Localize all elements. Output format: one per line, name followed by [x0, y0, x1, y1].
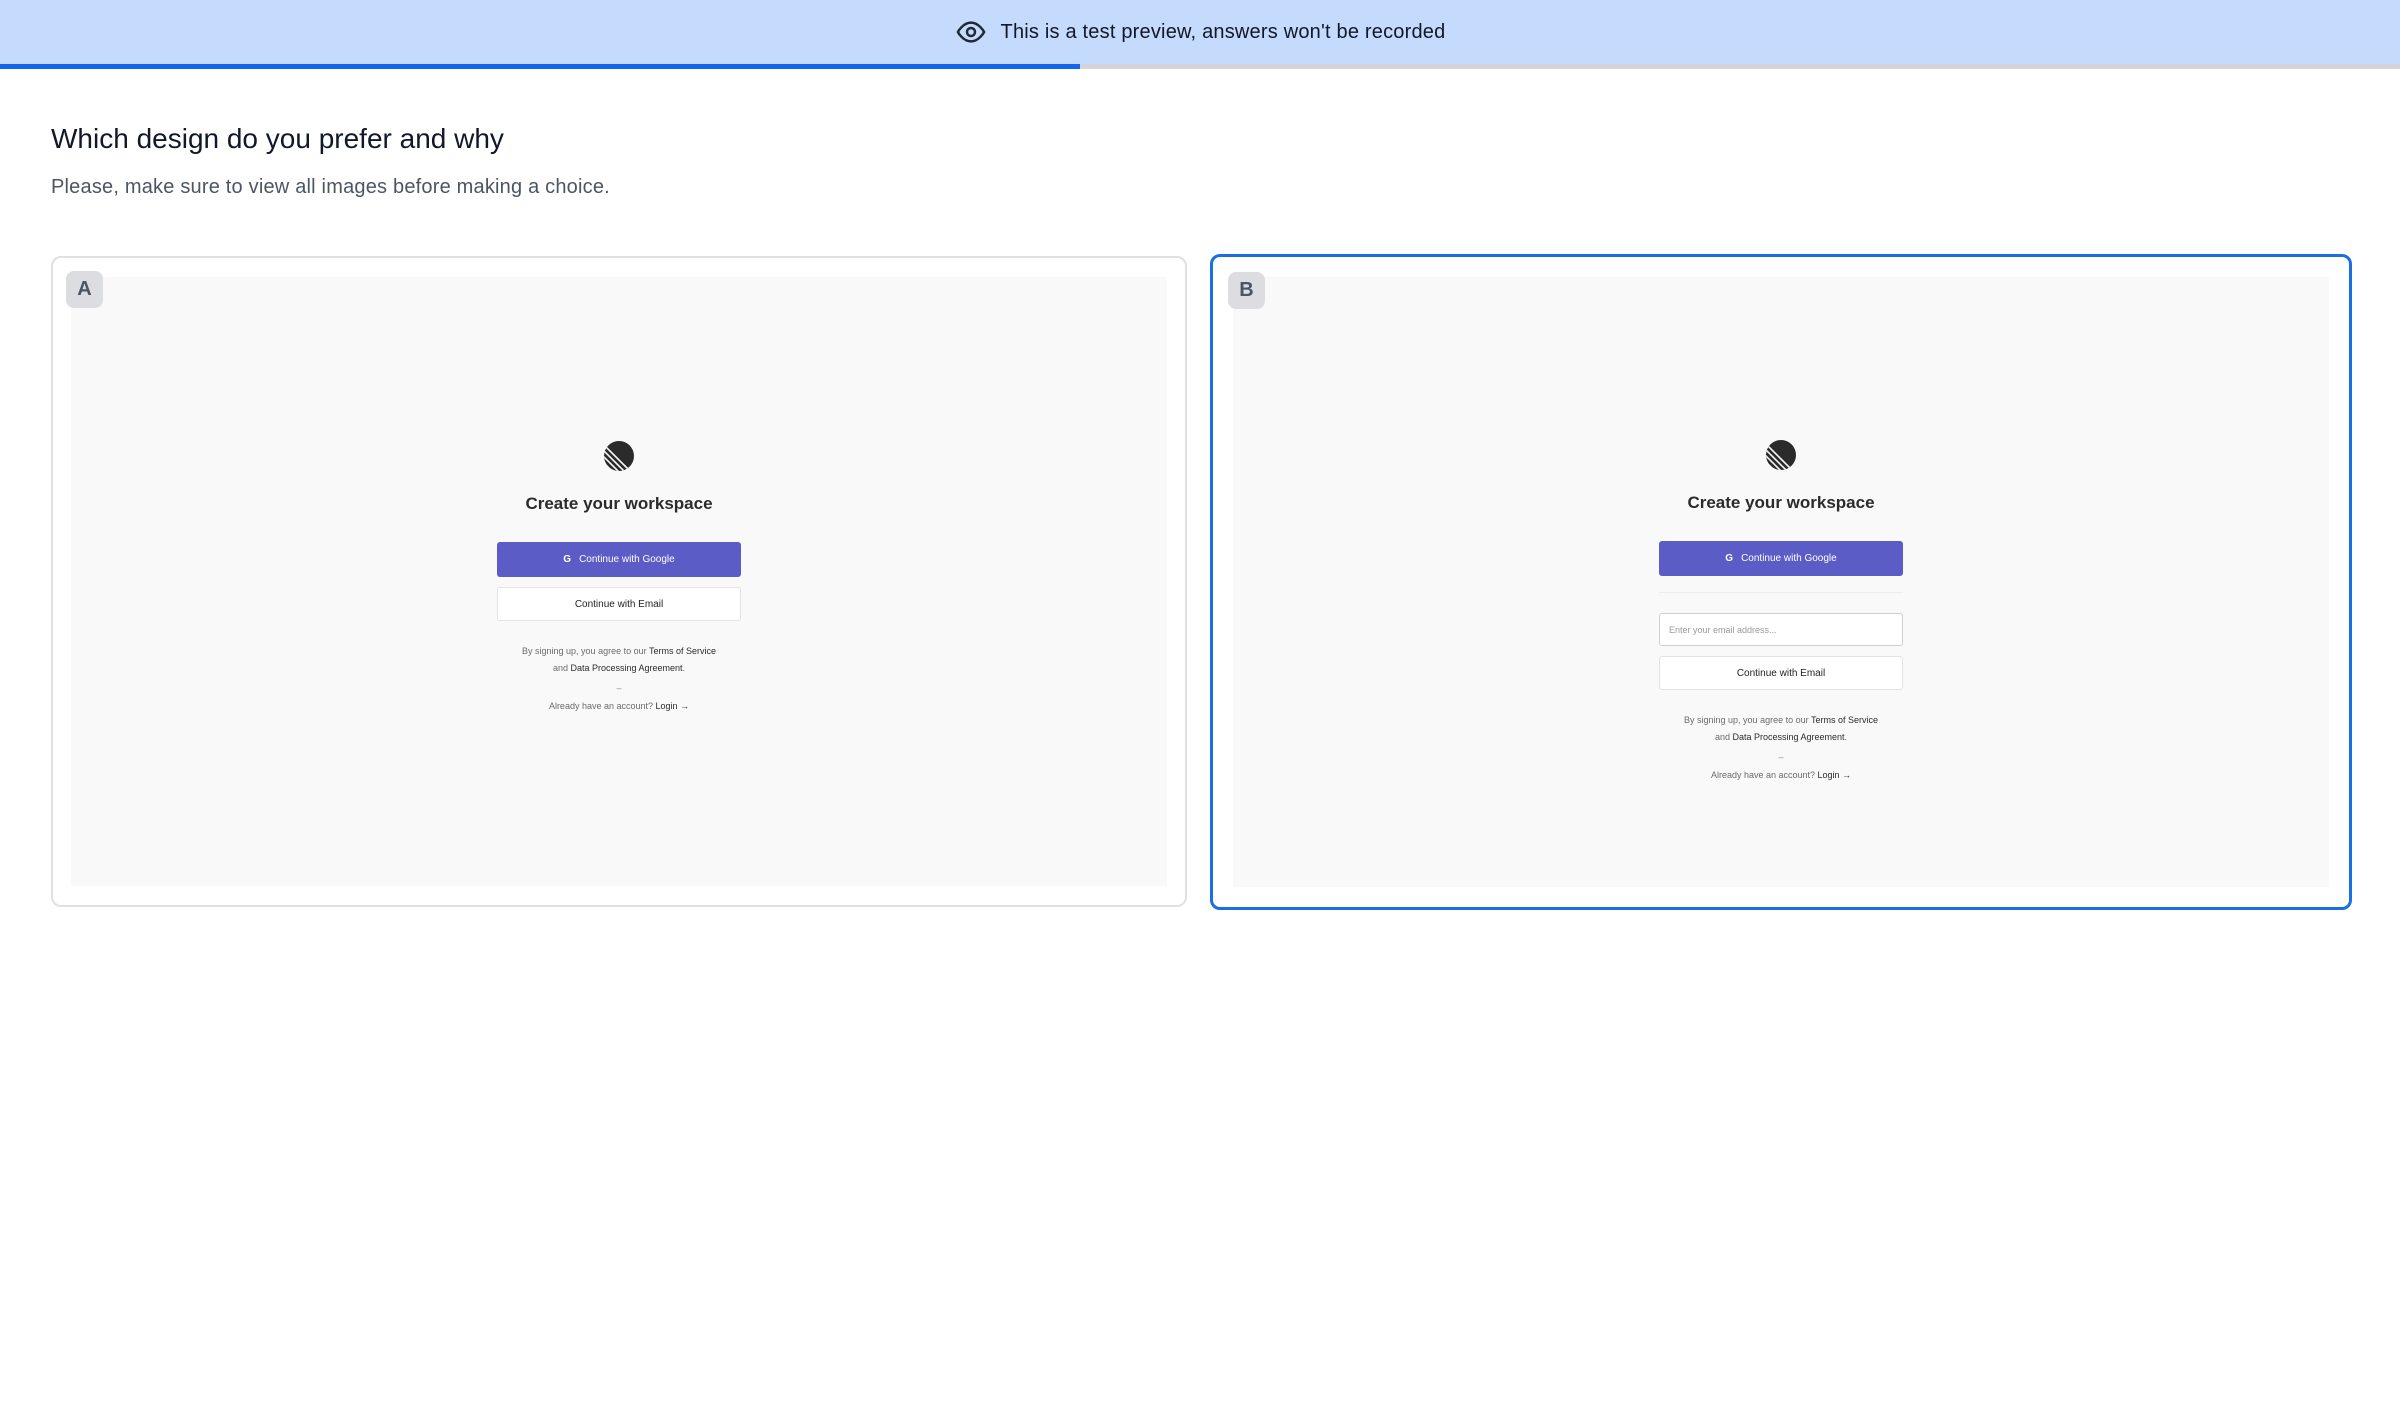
separator-dash: –: [1778, 752, 1784, 762]
progress-bar: [0, 64, 2400, 69]
terms-prefix: By signing up, you agree to our: [1684, 715, 1809, 725]
option-b-preview: Create your workspace G Continue with Go…: [1233, 277, 2329, 887]
terms-link: Terms of Service: [1810, 715, 1878, 725]
app-logo-icon: [604, 441, 634, 471]
continue-google-label: Continue with Google: [1741, 553, 1837, 564]
terms-link: Terms of Service: [648, 646, 716, 656]
signup-mockup: Create your workspace G Continue with Go…: [496, 440, 742, 711]
continue-google-button: G Continue with Google: [497, 542, 741, 577]
preview-banner: This is a test preview, answers won't be…: [0, 0, 2400, 64]
mockup-title: Create your workspace: [525, 494, 713, 513]
email-field: Enter your email address...: [1659, 613, 1903, 646]
terms-text: By signing up, you agree to our Terms of…: [522, 646, 716, 673]
terms-and: and: [552, 663, 568, 673]
app-logo-icon: [1766, 440, 1796, 470]
login-prefix: Already have an account?: [1710, 770, 1816, 780]
login-text: Already have an account? Login →: [549, 701, 689, 711]
eye-icon: [955, 16, 987, 48]
continue-email-button: Continue with Email: [497, 587, 741, 621]
google-icon: G: [1725, 553, 1734, 564]
option-badge: B: [1228, 272, 1265, 309]
mockup-title: Create your workspace: [1687, 493, 1875, 512]
terms-text: By signing up, you agree to our Terms of…: [1684, 715, 1878, 742]
option-badge: A: [66, 271, 103, 308]
option-b-card[interactable]: B Create your workspace G Continue with …: [1210, 254, 2352, 910]
continue-email-button: Continue with Email: [1659, 656, 1903, 690]
login-link: Login →: [1817, 770, 1852, 780]
progress-fill: [0, 64, 1080, 69]
separator-dash: –: [616, 683, 622, 693]
mockup-divider: [1659, 592, 1903, 593]
option-a-card[interactable]: A Create your workspace G Continue with …: [51, 256, 1187, 907]
banner-text: This is a test preview, answers won't be…: [1000, 20, 1446, 43]
login-prefix: Already have an account?: [548, 701, 654, 711]
dpa-link: Data Processing Agreement: [570, 663, 683, 673]
login-text: Already have an account? Login →: [1711, 770, 1851, 780]
google-icon: G: [563, 554, 572, 565]
dpa-link: Data Processing Agreement: [1732, 732, 1845, 742]
option-a-preview: Create your workspace G Continue with Go…: [71, 277, 1167, 886]
continue-google-button: G Continue with Google: [1659, 541, 1903, 576]
login-link: Login →: [655, 701, 690, 711]
continue-google-label: Continue with Google: [579, 554, 675, 565]
terms-prefix: By signing up, you agree to our: [522, 646, 647, 656]
question-subtitle: Please, make sure to view all images bef…: [51, 176, 610, 198]
question-title: Which design do you prefer and why: [51, 123, 504, 154]
terms-and: and: [1714, 732, 1730, 742]
signup-mockup: Create your workspace G Continue with Go…: [1658, 439, 1904, 780]
